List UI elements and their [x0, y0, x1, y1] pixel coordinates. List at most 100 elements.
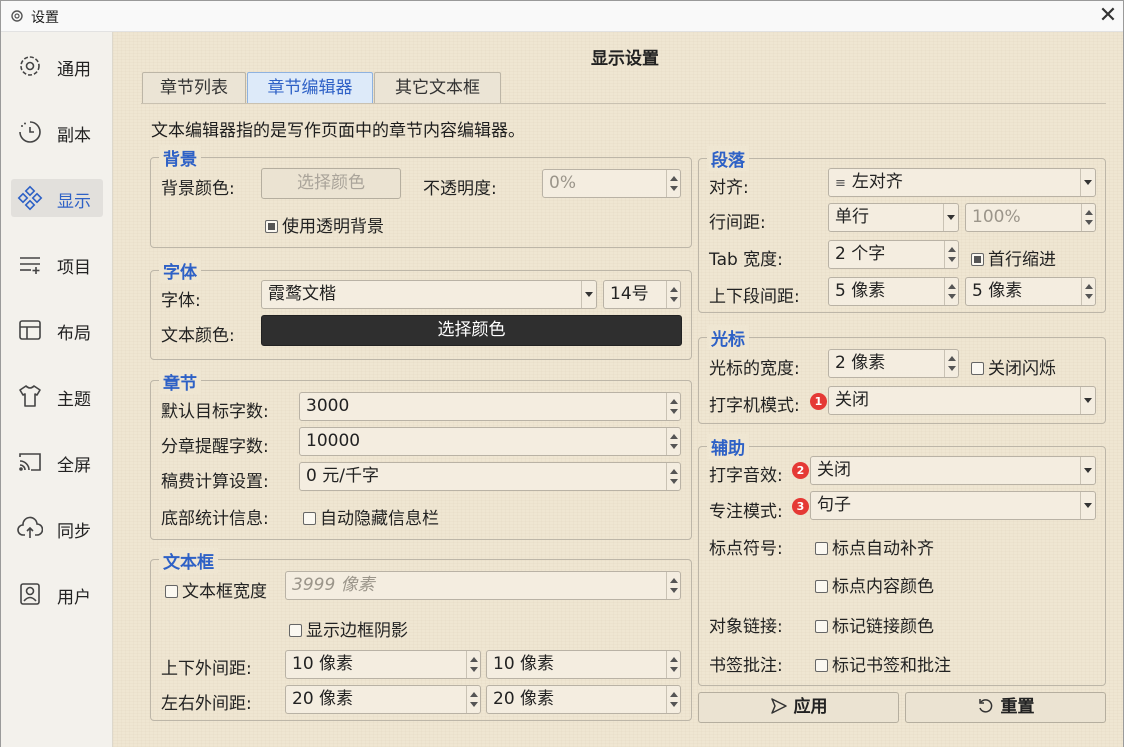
spin-arrows-icon[interactable] — [666, 572, 680, 599]
punct-autocomplete-label: 标点自动补齐 — [832, 539, 934, 559]
dropdown-arrow-icon — [1080, 169, 1095, 196]
font-size-spinbox[interactable]: 14号 — [603, 280, 681, 309]
fee-label: 稿费计算设置: — [161, 472, 269, 492]
object-link-label: 对象链接: — [709, 617, 783, 637]
cursor-width-spinbox[interactable]: 2 像素 — [828, 349, 959, 378]
border-shadow-checkbox[interactable]: 显示边框阴影 — [289, 616, 408, 641]
remind-words-spinbox[interactable]: 10000 — [299, 427, 681, 456]
cursor-width-label: 光标的宽度: — [709, 359, 800, 379]
font-family-select[interactable]: 霞鹜文楷 — [261, 280, 597, 309]
align-select[interactable]: ≡ 左对齐 — [828, 168, 1096, 197]
vertical-margin-spinbox-2[interactable]: 10 像素 — [486, 650, 681, 679]
tab-chapter-editor[interactable]: 章节编辑器 — [247, 72, 373, 104]
apply-label: 应用 — [793, 697, 828, 717]
sidebar-item-general[interactable]: 通用 — [11, 47, 103, 85]
spin-arrows-icon[interactable] — [666, 463, 680, 490]
first-line-indent-checkbox[interactable]: 首行缩进 — [971, 245, 1056, 270]
focus-mode-select[interactable]: 句子 — [810, 491, 1096, 520]
punct-color-checkbox[interactable]: 标点内容颜色 — [815, 572, 934, 597]
spin-arrows-icon[interactable] — [666, 393, 680, 420]
spin-arrows-icon[interactable] — [466, 686, 480, 713]
sidebar-item-fullscreen[interactable]: 全屏 — [11, 443, 103, 481]
autohide-statusbar-checkbox[interactable]: 自动隐藏信息栏 — [303, 504, 439, 529]
sidebar-item-label: 显示 — [57, 192, 91, 212]
disable-blink-checkbox[interactable]: 关闭闪烁 — [971, 354, 1056, 379]
tab-chapter-list[interactable]: 章节列表 — [142, 72, 246, 104]
fee-spinbox[interactable]: 0 元/千字 — [299, 462, 681, 491]
sidebar-item-user[interactable]: 用户 — [11, 575, 103, 613]
sidebar-item-label: 同步 — [57, 522, 91, 542]
punctuation-label: 标点符号: — [709, 539, 783, 559]
window-title: 设置 — [31, 10, 59, 26]
transparent-background-checkbox[interactable]: 使用透明背景 — [265, 212, 384, 237]
punct-autocomplete-checkbox[interactable]: 标点自动补齐 — [815, 534, 934, 559]
text-color-label: 文本颜色: — [161, 326, 235, 346]
sidebar-item-display[interactable]: 显示 — [11, 179, 103, 217]
checkbox-icon — [289, 624, 302, 637]
typewriter-badge: 1 — [810, 393, 827, 410]
close-button[interactable]: ✕ — [1093, 1, 1123, 31]
align-value: 左对齐 — [851, 172, 903, 192]
horizontal-margin-spinbox-1[interactable]: 20 像素 — [285, 685, 481, 714]
textbox-width-spinbox[interactable]: 3999 像素 — [285, 571, 681, 600]
transparent-background-label: 使用透明背景 — [282, 217, 384, 237]
paragraph-spacing-spinbox-1[interactable]: 5 像素 — [828, 277, 959, 306]
link-color-checkbox[interactable]: 标记链接颜色 — [815, 612, 934, 637]
spin-arrows-icon[interactable] — [666, 281, 680, 308]
paragraph-spacing-spinbox-2[interactable]: 5 像素 — [965, 277, 1096, 306]
sidebar-item-sync[interactable]: 同步 — [11, 509, 103, 547]
checkbox-icon — [971, 362, 984, 375]
vertical-margin-spinbox-1[interactable]: 10 像素 — [285, 650, 481, 679]
typing-sound-value: 关闭 — [817, 460, 851, 480]
line-spacing-select[interactable]: 单行 — [828, 203, 959, 232]
sidebar-item-project[interactable]: 项目 — [11, 245, 103, 283]
cast-icon — [19, 453, 41, 471]
undo-icon — [978, 699, 992, 713]
spin-arrows-icon[interactable] — [944, 278, 958, 305]
spin-arrows-icon[interactable] — [466, 651, 480, 678]
horizontal-margin-value: 20 像素 — [493, 689, 555, 709]
horizontal-margin-spinbox-2[interactable]: 20 像素 — [486, 685, 681, 714]
paragraph-spacing-value: 5 像素 — [972, 281, 1023, 301]
send-icon — [770, 698, 787, 714]
apply-button[interactable]: 应用 — [698, 692, 899, 723]
vertical-margin-label: 上下外间距: — [161, 659, 252, 679]
user-icon — [20, 583, 40, 605]
dropdown-arrow-icon — [1080, 457, 1095, 484]
reset-button[interactable]: 重置 — [905, 692, 1106, 723]
tab-width-label: Tab 宽度: — [709, 250, 783, 270]
spin-arrows-icon[interactable] — [666, 428, 680, 455]
typewriter-select[interactable]: 关闭 — [828, 386, 1096, 415]
sidebar-item-label: 用户 — [57, 588, 91, 608]
focus-mode-badge: 3 — [792, 498, 809, 515]
spin-arrows-icon[interactable] — [666, 170, 680, 197]
text-color-button[interactable]: 选择颜色 — [261, 315, 682, 346]
shirt-icon — [19, 385, 41, 407]
bookmark-mark-checkbox[interactable]: 标记书签和批注 — [815, 651, 951, 676]
spin-arrows-icon[interactable] — [944, 350, 958, 377]
background-color-button[interactable]: 选择颜色 — [261, 168, 401, 199]
opacity-label: 不透明度: — [423, 179, 497, 199]
font-group-title: 字体 — [159, 258, 201, 283]
spin-arrows-icon[interactable] — [666, 686, 680, 713]
textbox-group-title: 文本框 — [159, 548, 218, 573]
sidebar-item-theme[interactable]: 主题 — [11, 377, 103, 415]
spin-arrows-icon[interactable] — [1081, 278, 1095, 305]
spin-arrows-icon[interactable] — [1081, 204, 1095, 231]
target-words-spinbox[interactable]: 3000 — [299, 392, 681, 421]
spin-arrows-icon[interactable] — [944, 241, 958, 268]
sidebar-item-copy[interactable]: 副本 — [11, 113, 103, 151]
textbox-width-label: 文本框宽度 — [182, 582, 267, 602]
typewriter-value: 关闭 — [835, 390, 869, 410]
align-label: 对齐: — [709, 178, 749, 198]
spin-arrows-icon[interactable] — [666, 651, 680, 678]
tab-other-textbox[interactable]: 其它文本框 — [374, 72, 501, 104]
textbox-width-checkbox[interactable]: 文本框宽度 — [165, 577, 267, 602]
typing-sound-select[interactable]: 关闭 — [810, 456, 1096, 485]
sidebar-item-label: 项目 — [57, 258, 91, 278]
tab-width-spinbox[interactable]: 2 个字 — [828, 240, 959, 269]
horizontal-margin-value: 20 像素 — [292, 689, 354, 709]
line-spacing-percent-spinbox[interactable]: 100% — [965, 203, 1096, 232]
opacity-spinbox[interactable]: 0% — [542, 169, 681, 198]
sidebar-item-layout[interactable]: 布局 — [11, 311, 103, 349]
